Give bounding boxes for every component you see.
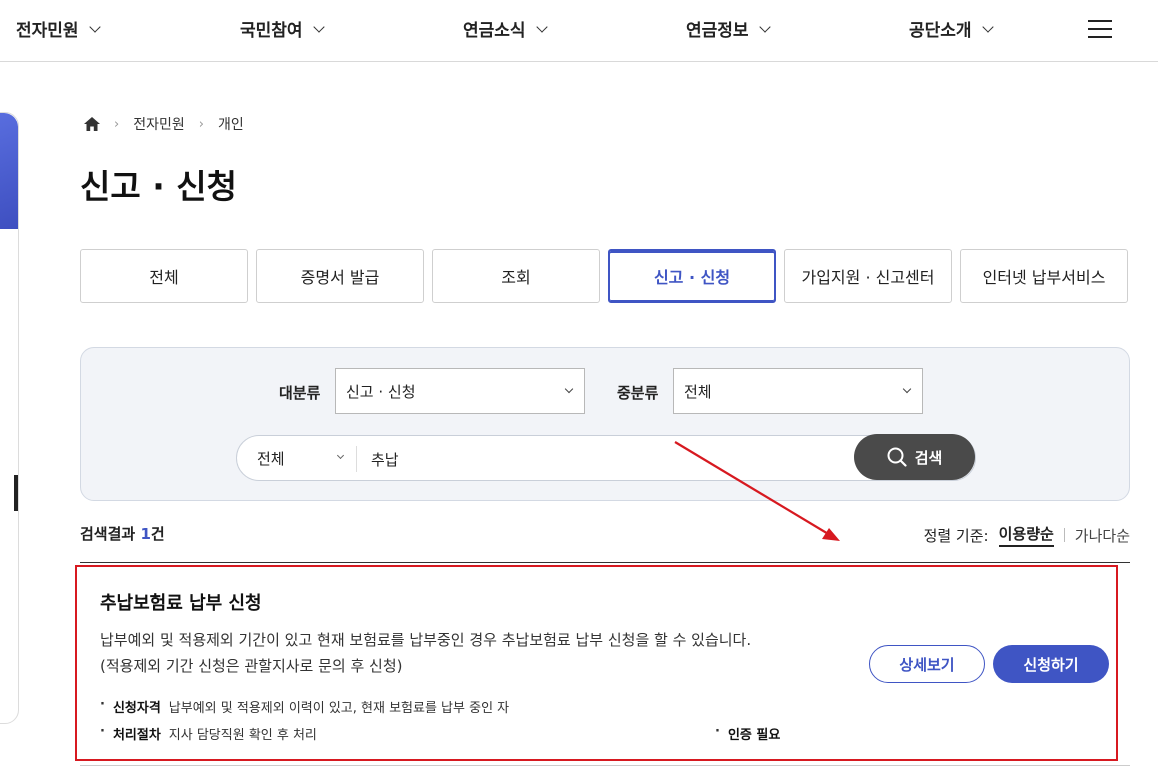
breadcrumb: › 전자민원 › 개인 <box>84 114 244 134</box>
breadcrumb-separator: › <box>198 116 204 132</box>
nav-item-civil-service[interactable]: 전자민원 <box>16 16 101 41</box>
search-scope-select[interactable]: 전체 <box>257 448 353 469</box>
eligibility-row: · 신청자격 납부예외 및 적용제외 이력이 있고, 현재 보험료를 납부 중인… <box>100 697 510 716</box>
result-count: 검색결과 1건 <box>80 525 165 543</box>
search-icon <box>887 447 907 467</box>
page-title: 신고 · 신청 <box>80 167 237 206</box>
chevron-down-icon <box>981 20 994 33</box>
nav-item-news[interactable]: 연금소식 <box>463 16 548 41</box>
home-icon[interactable] <box>84 117 100 131</box>
search-button[interactable]: 검색 <box>854 434 975 480</box>
chevron-down-icon <box>758 20 771 33</box>
result-card: 추납보험료 납부 신청 납부예외 및 적용제외 기간이 있고 현재 보험료를 납… <box>75 565 1118 761</box>
results-top-rule <box>80 562 1130 563</box>
divider <box>356 446 357 472</box>
sort-label: 정렬 기준: <box>923 526 989 545</box>
tab-internet-payment[interactable]: 인터넷 납부서비스 <box>960 249 1128 303</box>
chevron-down-icon <box>564 384 574 394</box>
chevron-down-icon <box>312 20 325 33</box>
apply-button[interactable]: 신청하기 <box>993 645 1109 683</box>
results-bottom-rule <box>80 765 1130 766</box>
breadcrumb-item-personal[interactable]: 개인 <box>218 114 244 134</box>
minor-category-label: 중분류 <box>617 384 659 402</box>
breadcrumb-item-civil-service[interactable]: 전자민원 <box>133 114 185 134</box>
side-panel-header <box>0 113 18 229</box>
minor-category-select[interactable]: 전체 <box>673 368 923 414</box>
process-key: 처리절차 <box>112 728 161 743</box>
hamburger-icon[interactable] <box>1088 20 1112 38</box>
tab-inquiry[interactable]: 조회 <box>432 249 600 303</box>
top-navigation: 전자민원 국민참여 연금소식 연금정보 공단소개 <box>0 0 1158 62</box>
nav-item-about[interactable]: 공단소개 <box>909 16 994 41</box>
side-panel <box>0 112 19 724</box>
divider <box>1063 528 1065 542</box>
breadcrumb-separator: › <box>114 116 120 132</box>
eligibility-value: 납부예외 및 적용제외 이력이 있고, 현재 보험료를 납부 중인 자 <box>168 701 510 716</box>
tab-certificates[interactable]: 증명서 발급 <box>256 249 424 303</box>
category-tabs: 전체 증명서 발급 조회 신고 · 신청 가입지원 · 신고센터 인터넷 납부서… <box>80 249 1128 303</box>
detail-button[interactable]: 상세보기 <box>869 645 985 683</box>
nav-item-pension-info[interactable]: 연금정보 <box>686 16 771 41</box>
result-description: 납부예외 및 적용제외 기간이 있고 현재 보험료를 납부중인 경우 추납보험료… <box>100 631 752 675</box>
tab-support-center[interactable]: 가입지원 · 신고센터 <box>784 249 952 303</box>
chevron-down-icon <box>535 20 548 33</box>
sort-by-alphabet[interactable]: 가나다순 <box>1075 525 1130 546</box>
auth-note: · 인증 필요 <box>715 724 781 743</box>
chevron-down-icon <box>88 20 101 33</box>
side-panel-marker <box>14 475 18 511</box>
search-input[interactable] <box>363 443 843 475</box>
tab-report-apply[interactable]: 신고 · 신청 <box>608 249 776 303</box>
sort-options: 정렬 기준: 이용량순 가나다순 <box>924 523 1130 547</box>
eligibility-key: 신청자격 <box>112 701 161 716</box>
chevron-down-icon <box>902 384 912 394</box>
sort-by-usage[interactable]: 이용량순 <box>998 523 1054 547</box>
result-title[interactable]: 추납보험료 납부 신청 <box>100 589 262 615</box>
search-panel: 대분류 신고 · 신청 중분류 전체 전체 검색 <box>80 347 1130 501</box>
process-value: 지사 담당직원 확인 후 처리 <box>168 728 317 743</box>
major-category-label: 대분류 <box>279 384 321 402</box>
tab-all[interactable]: 전체 <box>80 249 248 303</box>
major-category-select[interactable]: 신고 · 신청 <box>335 368 585 414</box>
process-row: · 처리절차 지사 담당직원 확인 후 처리 <box>100 724 317 743</box>
nav-item-participation[interactable]: 국민참여 <box>240 16 325 41</box>
